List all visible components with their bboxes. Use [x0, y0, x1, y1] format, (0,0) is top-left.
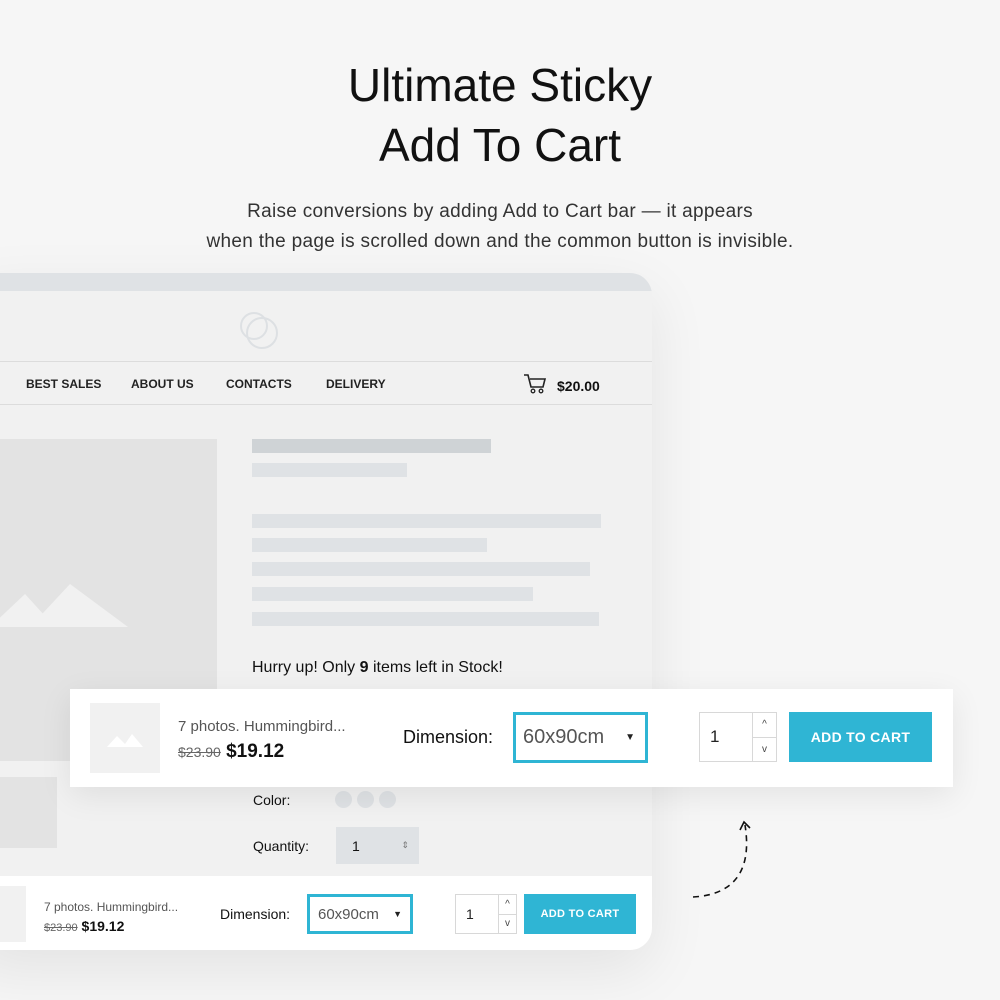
divider — [0, 404, 652, 405]
text-placeholder — [252, 587, 533, 601]
increment-icon[interactable]: ^ — [753, 713, 776, 737]
sticky-thumbnail — [90, 703, 160, 773]
nav-about-us[interactable]: ABOUT US — [131, 377, 194, 391]
sticky-product-name: 7 photos. Hummingbird... — [178, 718, 346, 735]
nav-contacts[interactable]: CONTACTS — [226, 377, 292, 391]
browser-bar — [0, 273, 652, 291]
curved-arrow-icon — [692, 820, 751, 898]
text-placeholder — [252, 562, 590, 576]
image-placeholder-icon — [107, 734, 143, 747]
text-placeholder — [252, 538, 487, 552]
sticky-price: $23.90 $19.12 — [44, 918, 125, 934]
product-thumbnail[interactable] — [0, 777, 57, 848]
sticky-bar-large: 7 photos. Hummingbird... $23.90 $19.12 D… — [70, 689, 953, 787]
text-placeholder — [252, 612, 599, 626]
sticky-qty-stepper[interactable]: 1 ^ v — [455, 894, 517, 934]
divider — [0, 361, 652, 362]
subtitle: Raise conversions by adding Add to Cart … — [206, 201, 794, 252]
text-placeholder — [252, 463, 407, 477]
nav-delivery[interactable]: DELIVERY — [326, 377, 386, 391]
dimension-select[interactable]: 60x90cm ▼ — [513, 712, 648, 763]
cart-icon[interactable] — [523, 373, 547, 395]
sticky-bar-small: 7 photos. Hummingbird... $23.90 $19.12 D… — [0, 876, 652, 950]
sticky-thumbnail — [0, 886, 26, 942]
logo-icon — [240, 312, 278, 349]
cart-total[interactable]: $20.00 — [557, 378, 600, 394]
add-to-cart-button[interactable]: ADD TO CART — [789, 712, 932, 762]
add-to-cart-button[interactable]: ADD TO CART — [524, 894, 636, 934]
dimension-label: Dimension: — [220, 906, 291, 922]
caret-down-icon: ▼ — [393, 909, 402, 919]
title-placeholder — [252, 439, 491, 453]
decrement-icon[interactable]: v — [499, 913, 516, 934]
dimension-label: Dimension: — [403, 727, 494, 747]
quantity-value: 1 — [352, 837, 360, 854]
quantity-stepper[interactable]: 1 ⇕ — [336, 827, 419, 864]
sticky-price: $23.90 $19.12 — [178, 741, 285, 762]
stepper-arrows-icon[interactable]: ⇕ — [401, 840, 409, 851]
page-title: Ultimate Sticky Add To Cart — [347, 59, 653, 171]
store-mockup: BEST SALES ABOUT US CONTACTS DELIVERY $2… — [0, 273, 652, 950]
text-placeholder — [252, 514, 601, 528]
sticky-qty-stepper[interactable]: 1 ^ v — [699, 712, 777, 762]
image-placeholder-icon — [0, 584, 128, 627]
nav-best-sales[interactable]: BEST SALES — [26, 377, 101, 391]
color-swatch[interactable] — [357, 791, 374, 808]
quantity-label: Quantity: — [253, 838, 310, 854]
sticky-product-name: 7 photos. Hummingbird... — [44, 900, 179, 914]
color-swatch[interactable] — [379, 791, 396, 808]
dimension-select[interactable]: 60x90cm ▼ — [307, 894, 413, 934]
increment-icon[interactable]: ^ — [499, 895, 516, 914]
color-swatch[interactable] — [335, 791, 352, 808]
color-swatches — [335, 791, 401, 813]
color-label: Color: — [253, 792, 291, 808]
stock-message: Hurry up! Only 9 items left in Stock! — [252, 659, 503, 676]
decrement-icon[interactable]: v — [753, 736, 776, 762]
caret-down-icon: ▼ — [625, 732, 635, 743]
